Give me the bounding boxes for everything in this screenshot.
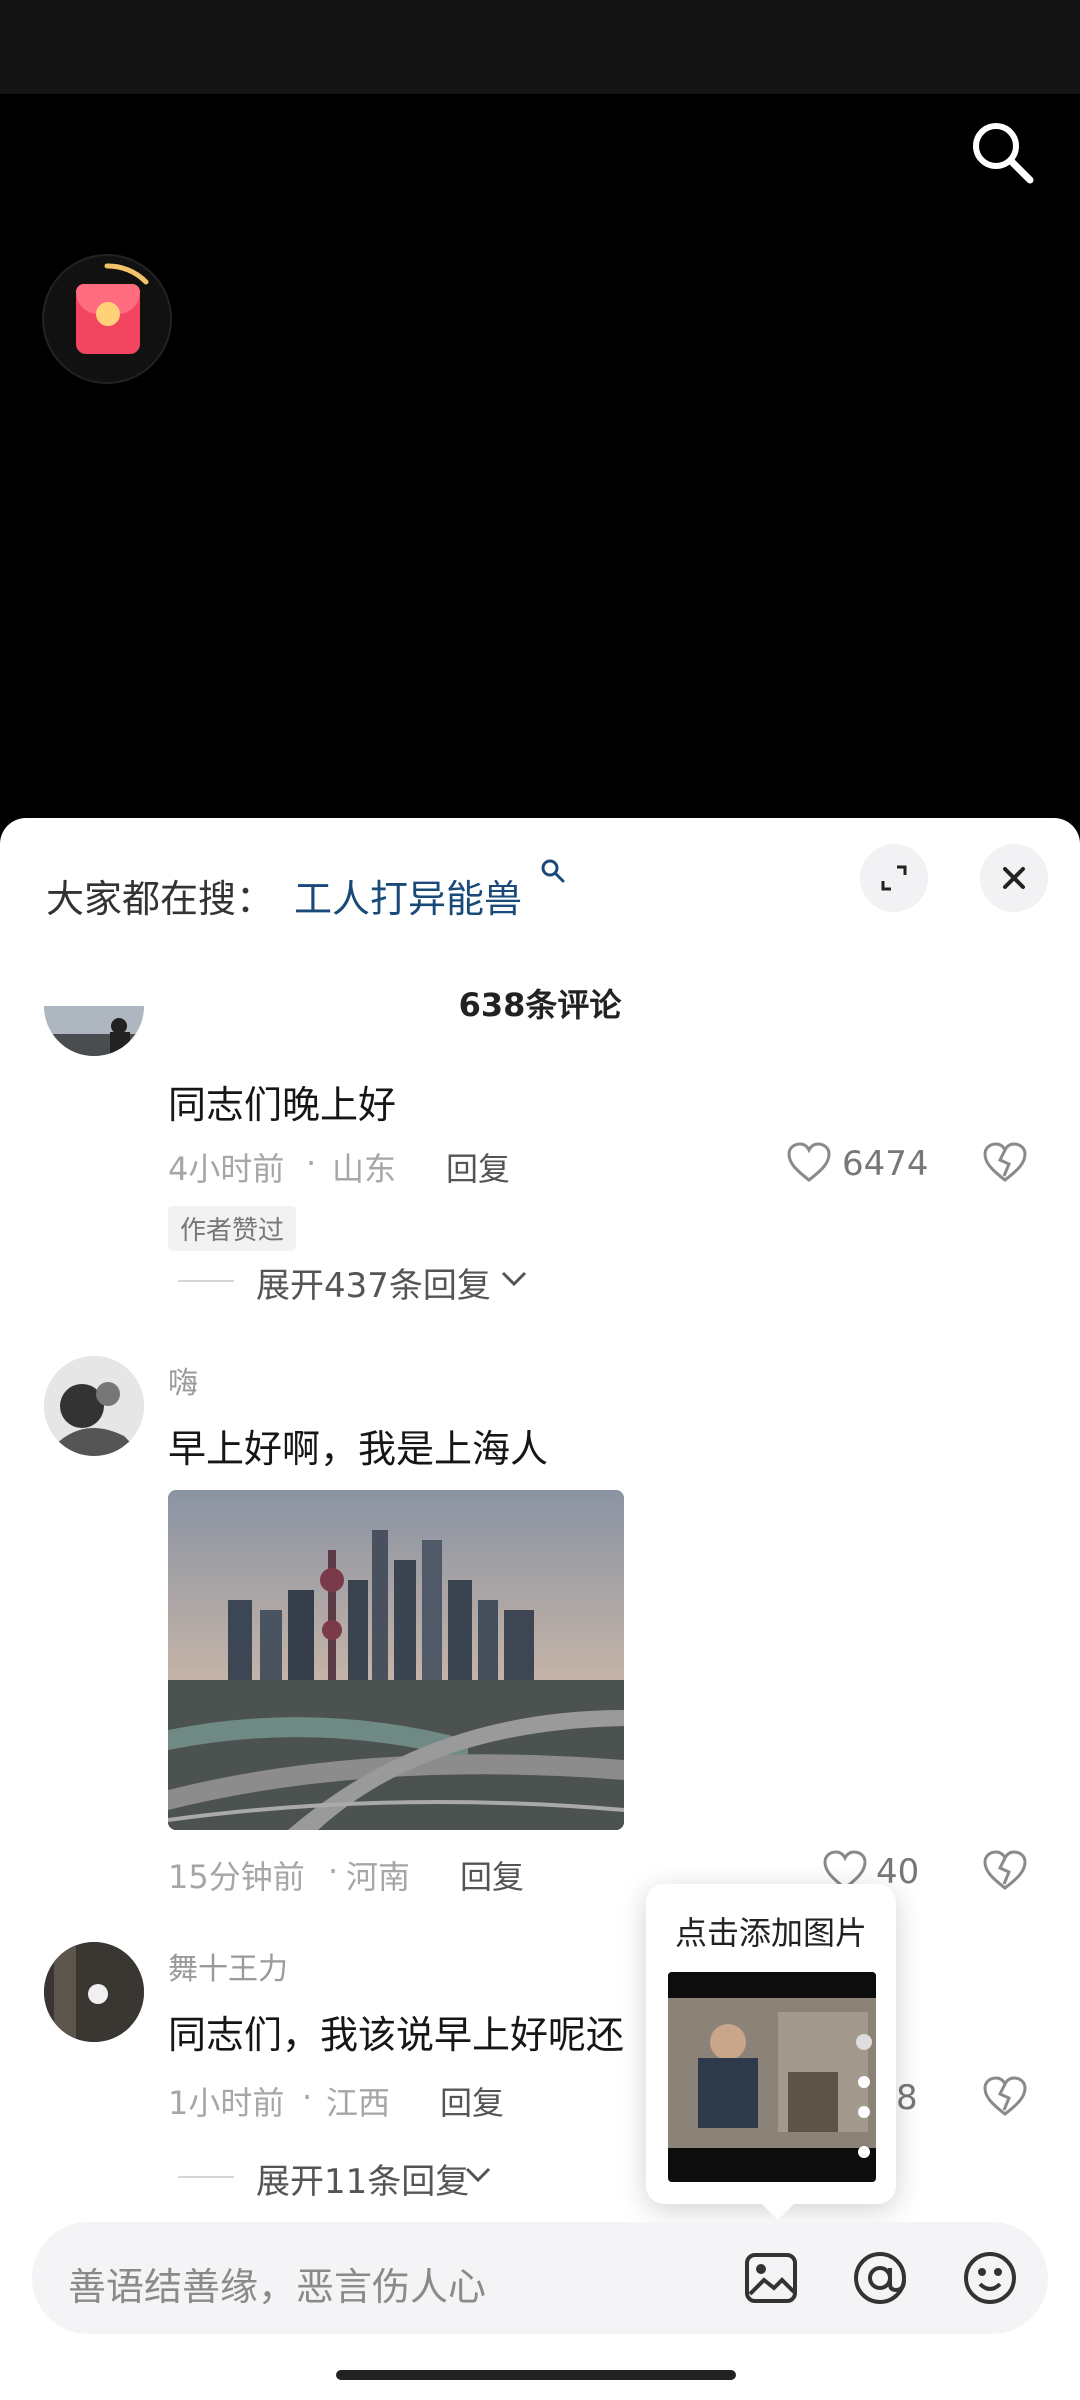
comment-location: 江西: [326, 2084, 391, 2122]
author-liked-badge: 作者赞过: [168, 1206, 297, 1251]
username[interactable]: 舞十王力: [168, 1944, 288, 1988]
dislike-icon[interactable]: [982, 1850, 1028, 1892]
comment-time: 1小时前: [168, 2084, 285, 2122]
avatar[interactable]: [44, 1006, 144, 1056]
tooltip-title: 点击添加图片: [674, 1914, 867, 1952]
red-packet-button[interactable]: [42, 254, 172, 384]
close-icon: [1003, 867, 1025, 889]
tooltip-thumbnail[interactable]: [668, 1972, 876, 2182]
like-count: 8: [896, 2078, 918, 2118]
divider: [178, 2176, 234, 2178]
like-count: 6474: [842, 1144, 929, 1184]
comment-count-title: 638条评论: [458, 986, 622, 1024]
home-indicator: [336, 2370, 736, 2380]
heart-icon[interactable]: [786, 1142, 832, 1184]
expand-replies-button[interactable]: 展开11条回复: [256, 2154, 469, 2203]
separator-dot: ·: [302, 2078, 313, 2116]
add-image-tooltip[interactable]: 点击添加图片: [646, 1884, 896, 2220]
status-bar: [0, 0, 1080, 94]
comment-location: 山东: [332, 1150, 397, 1188]
avatar[interactable]: [44, 1942, 144, 2042]
comment-time: 15分钟前: [168, 1858, 305, 1896]
red-packet-icon: [76, 284, 140, 354]
hot-search-keyword[interactable]: 工人打异能兽: [294, 868, 522, 923]
comment-text: 同志们，我该说早上好呢还: [168, 2013, 625, 2057]
emoji-icon[interactable]: [962, 2250, 1018, 2306]
comment-input-bar[interactable]: 善语结善缘，恶言伤人心: [32, 2222, 1048, 2334]
dislike-icon[interactable]: [982, 1142, 1028, 1184]
chevron-down-icon[interactable]: [500, 1270, 528, 1288]
divider: [178, 1280, 234, 1282]
reply-button[interactable]: 回复: [440, 2078, 504, 2124]
reply-button[interactable]: 回复: [460, 1852, 524, 1898]
expand-button[interactable]: [860, 844, 928, 912]
expand-icon: [881, 865, 907, 891]
separator-dot: ·: [328, 1852, 339, 1890]
username[interactable]: 嗨: [168, 1358, 198, 1402]
video-area[interactable]: [0, 94, 1080, 819]
avatar[interactable]: [44, 1356, 144, 1456]
expand-replies-button[interactable]: 展开437条回复: [256, 1258, 491, 1307]
chevron-down-icon[interactable]: [464, 2166, 492, 2184]
dislike-icon[interactable]: [982, 2076, 1028, 2118]
comment-input[interactable]: 善语结善缘，恶言伤人心: [68, 2256, 486, 2311]
comment-time: 4小时前: [168, 1150, 285, 1188]
comment-image[interactable]: [168, 1490, 624, 1830]
tooltip-arrow: [760, 2202, 796, 2220]
reply-button[interactable]: 回复: [446, 1144, 510, 1190]
comment-text: 同志们晚上好: [168, 1083, 397, 1127]
image-icon[interactable]: [744, 2252, 798, 2304]
hot-search-label: 大家都在搜：: [46, 877, 275, 921]
search-icon: [541, 859, 565, 883]
at-icon[interactable]: [852, 2250, 908, 2306]
search-icon[interactable]: [968, 118, 1038, 188]
separator-dot: ·: [306, 1144, 317, 1182]
close-button[interactable]: [980, 844, 1048, 912]
comments-sheet: 大家都在搜： 工人打异能兽 638条评论 同志们晚上好 4小时前 · 山东 回复…: [0, 818, 1080, 2400]
comment-location: 河南: [346, 1858, 411, 1896]
comment-text: 早上好啊，我是上海人: [168, 1427, 549, 1471]
